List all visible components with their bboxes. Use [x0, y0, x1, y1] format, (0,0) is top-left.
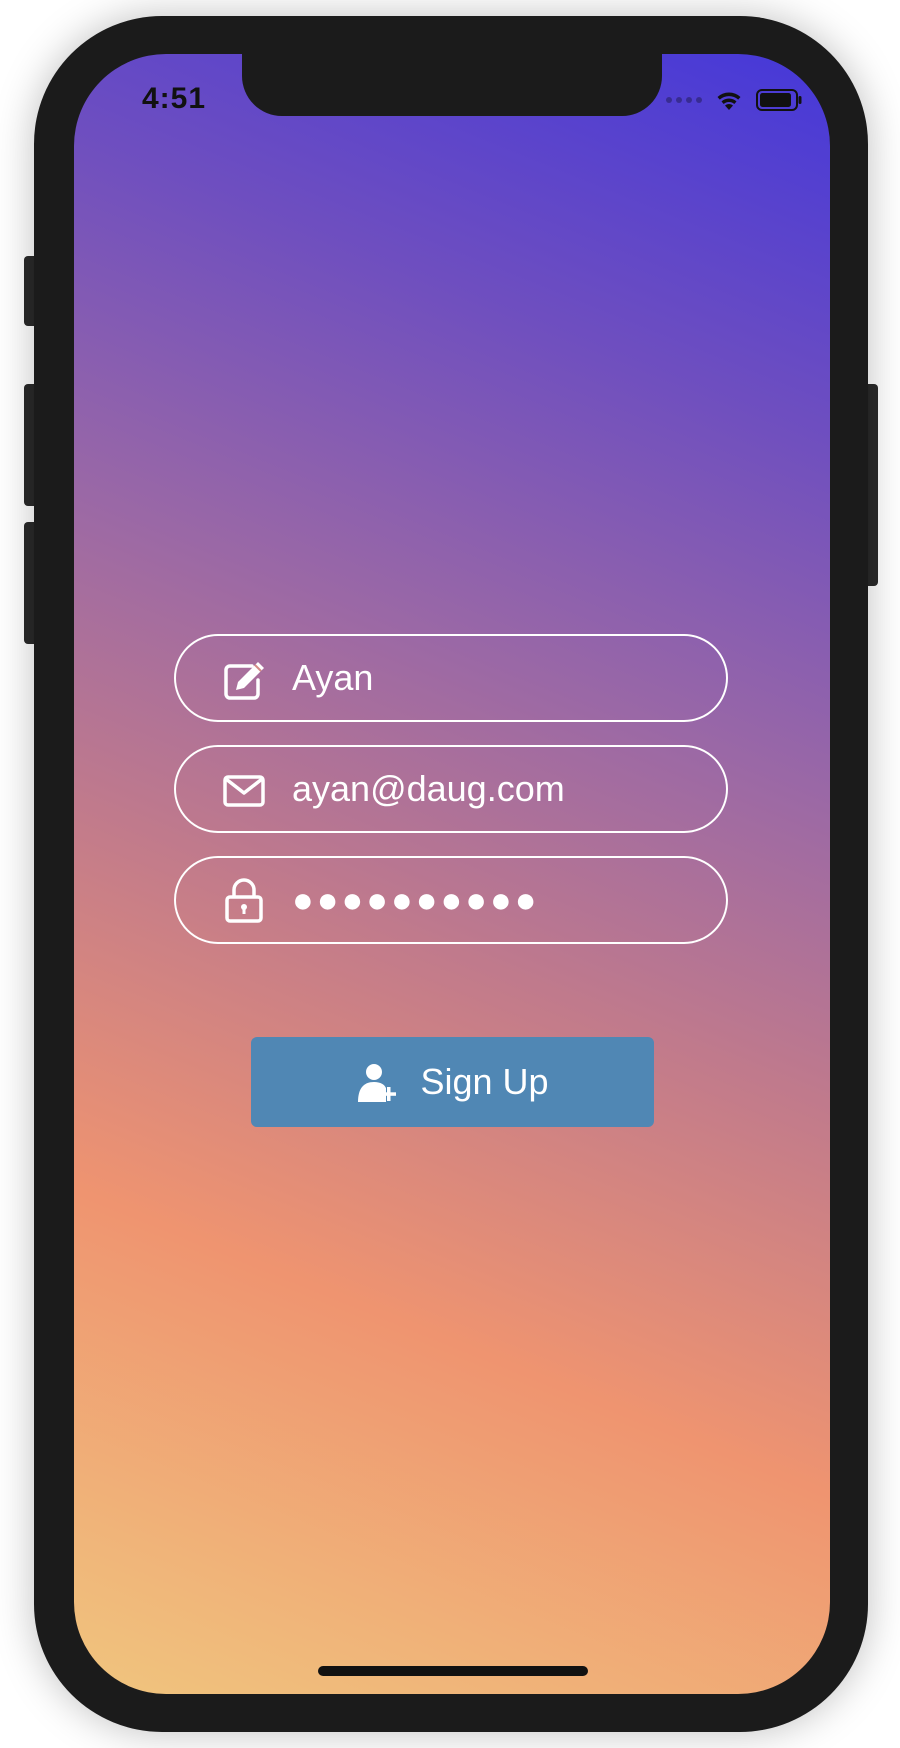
status-icons — [666, 88, 802, 112]
envelope-icon — [223, 775, 265, 807]
wifi-icon — [717, 92, 741, 110]
signup-button[interactable]: Sign Up — [251, 1037, 654, 1127]
battery-icon — [756, 89, 802, 111]
password-value: ●●●●●●●●●● — [292, 879, 540, 920]
device-mockup: 4:51 Ayan ayan@daug.com ●●●●●●●●●● Sign … — [0, 0, 900, 1748]
add-user-icon — [358, 1064, 397, 1102]
email-field[interactable]: ayan@daug.com — [174, 745, 728, 833]
signup-button-label: Sign Up — [420, 1061, 549, 1102]
edit-icon — [224, 662, 264, 700]
home-indicator[interactable] — [318, 1666, 588, 1676]
password-field[interactable]: ●●●●●●●●●● — [174, 856, 728, 944]
status-time: 4:51 — [142, 82, 207, 115]
notch — [242, 54, 662, 116]
lock-icon — [225, 878, 263, 923]
name-field[interactable]: Ayan — [174, 634, 728, 722]
email-value: ayan@daug.com — [292, 768, 565, 809]
name-value: Ayan — [292, 657, 374, 698]
signal-dots-icon — [666, 97, 702, 103]
signup-screen: 4:51 Ayan ayan@daug.com ●●●●●●●●●● Sign … — [74, 54, 830, 1694]
